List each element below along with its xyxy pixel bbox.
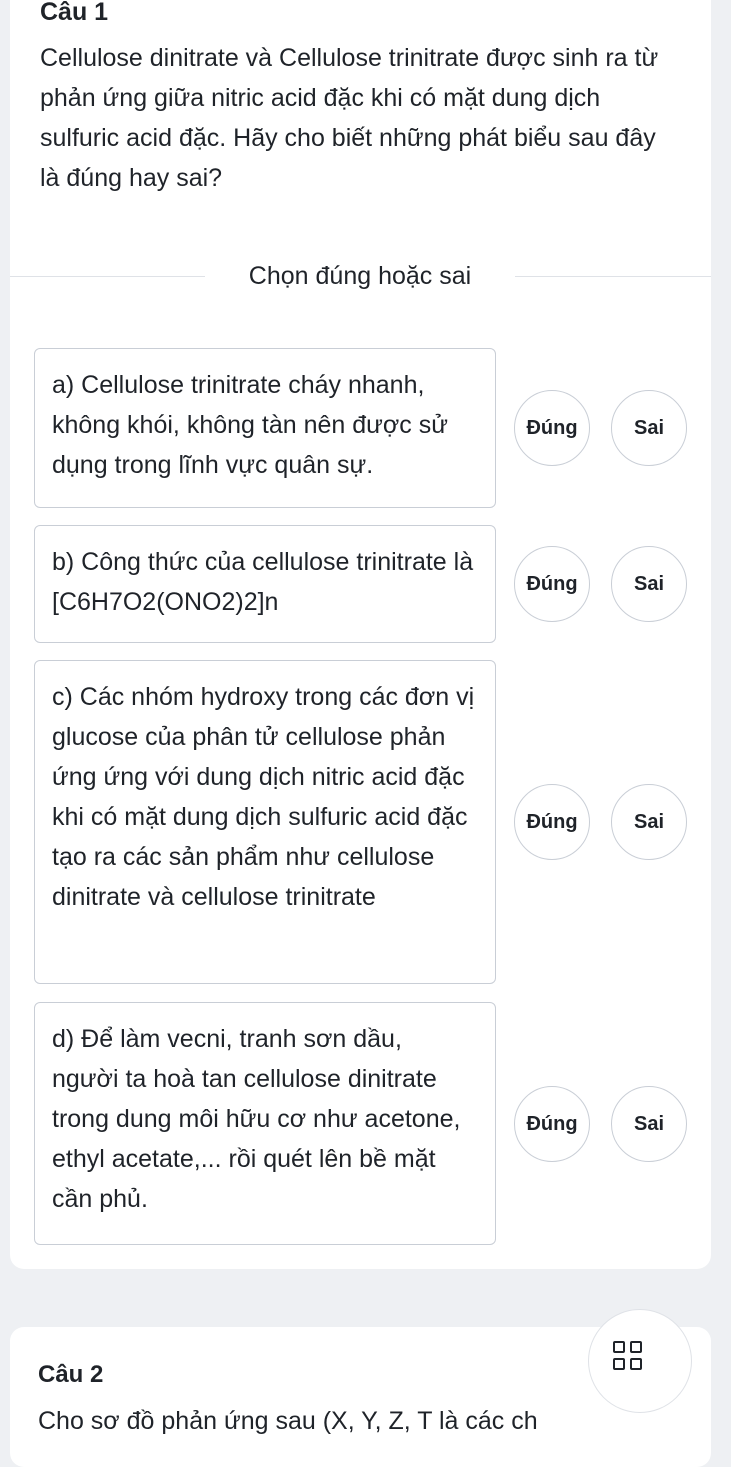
question-menu-button[interactable] xyxy=(588,1309,692,1413)
divider-line-right xyxy=(515,276,711,277)
statement-a: a) Cellulose trinitrate cháy nhanh, khôn… xyxy=(34,348,496,508)
statement-a-true-button[interactable]: Đúng xyxy=(514,390,590,466)
instruction-label: Chọn đúng hoặc sai xyxy=(248,262,472,290)
statement-b-true-button[interactable]: Đúng xyxy=(514,546,590,622)
statement-b-false-button[interactable]: Sai xyxy=(611,546,687,622)
statement-c-text: c) Các nhóm hydroxy trong các đơn vị glu… xyxy=(52,683,475,911)
question-2-title: Câu 2 xyxy=(38,1361,104,1388)
statement-d-false-button[interactable]: Sai xyxy=(611,1086,687,1162)
statement-c-false-button[interactable]: Sai xyxy=(611,784,687,860)
statement-b: b) Công thức của cellulose trinitrate là… xyxy=(34,525,496,643)
question-1-title: Câu 1 xyxy=(40,0,109,26)
statement-d: d) Để làm vecni, tranh sơn dầu, người ta… xyxy=(34,1002,496,1245)
statement-b-text: b) Công thức của cellulose trinitrate là… xyxy=(52,548,474,616)
instruction-divider: Chọn đúng hoặc sai xyxy=(10,256,711,296)
statement-c: c) Các nhóm hydroxy trong các đơn vị glu… xyxy=(34,660,496,984)
grid-icon xyxy=(613,1341,647,1375)
statement-d-true-button[interactable]: Đúng xyxy=(514,1086,590,1162)
statement-a-false-button[interactable]: Sai xyxy=(611,390,687,466)
question-2-card: Câu 2 Cho sơ đồ phản ứng sau (X, Y, Z, T… xyxy=(10,1309,711,1467)
statement-d-text: d) Để làm vecni, tranh sơn dầu, người ta… xyxy=(52,1025,461,1213)
divider-line-left xyxy=(10,276,205,277)
statement-c-true-button[interactable]: Đúng xyxy=(514,784,590,860)
question-1-card: Câu 1 Cellulose dinitrate và Cellulose t… xyxy=(10,0,711,1269)
question-1-text: Cellulose dinitrate và Cellulose trinitr… xyxy=(40,44,659,192)
statement-a-text: a) Cellulose trinitrate cháy nhanh, khôn… xyxy=(52,371,448,479)
question-2-text: Cho sơ đồ phản ứng sau (X, Y, Z, T là cá… xyxy=(38,1407,538,1435)
